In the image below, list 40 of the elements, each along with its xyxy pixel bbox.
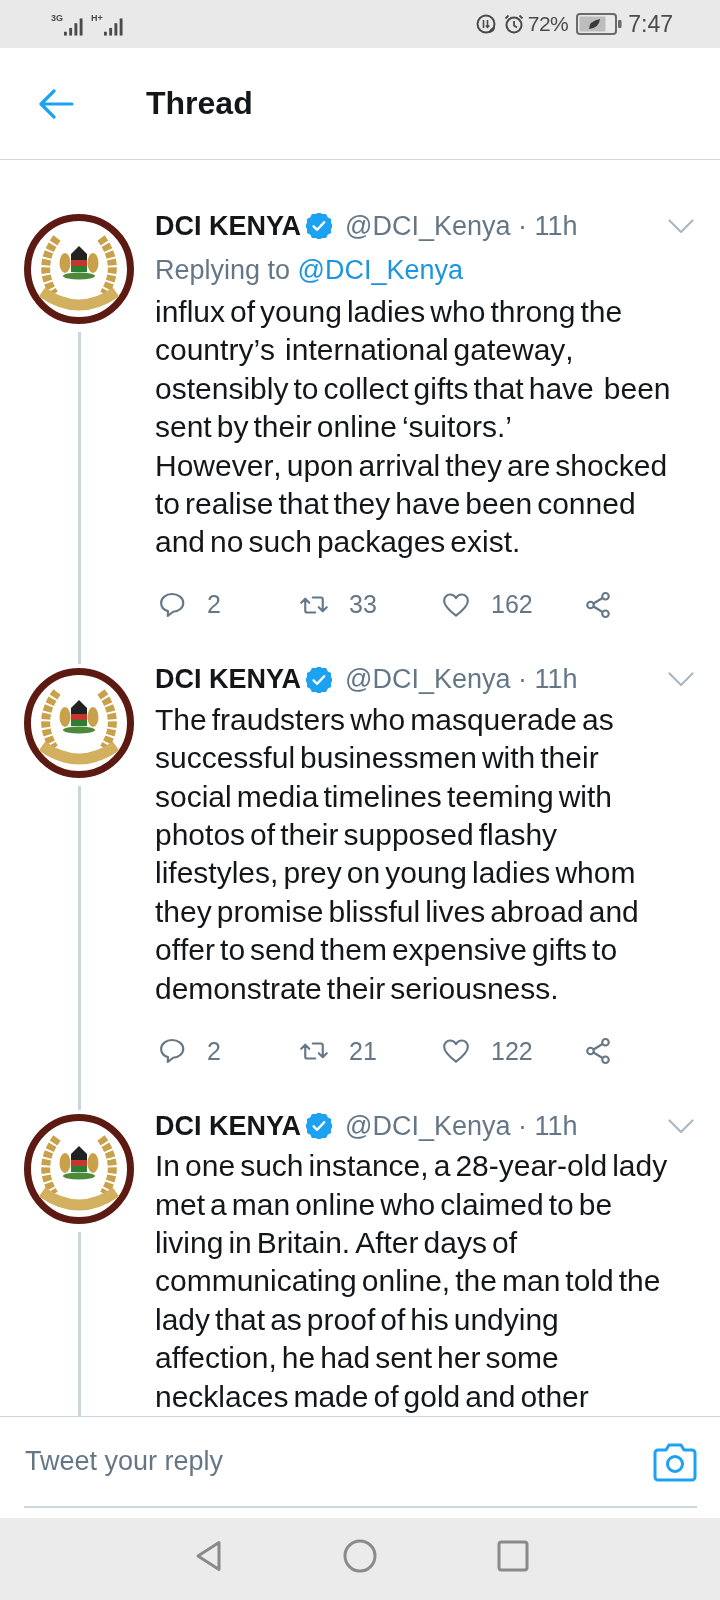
like-button[interactable]: 122 xyxy=(441,1029,533,1074)
reply-field[interactable]: Tweet your reply xyxy=(25,1441,613,1482)
like-button[interactable]: 162 xyxy=(441,582,533,627)
data-saver-icon xyxy=(475,14,496,34)
battery-percentage: 72% xyxy=(527,12,569,36)
signal-bars-icon xyxy=(64,17,83,36)
home-circle-icon[interactable] xyxy=(343,1539,377,1573)
author-name[interactable]: DCI KENYA xyxy=(155,210,302,242)
reply-button[interactable]: 2 xyxy=(157,1029,221,1074)
camera-icon[interactable] xyxy=(653,1441,697,1482)
handle-and-time: @DCI_Kenya · 11h xyxy=(345,1110,578,1142)
retweet-button[interactable]: 33 xyxy=(299,582,377,627)
author-name[interactable]: DCI KENYA xyxy=(155,1110,302,1142)
handle-and-time: @DCI_Kenya · 11h xyxy=(345,664,578,696)
chevron-down-icon[interactable] xyxy=(668,672,694,688)
author-name[interactable]: DCI KENYA xyxy=(155,664,302,696)
network-type-label: H+ xyxy=(91,12,103,23)
tweet-text: influx of young ladies who throng the country’s international gateway, ostensibly to collect gifts that have been sent by their online ‘suitors.’ However, upon arrival they are shocked to realise that they have been conned and no such packages exist. xyxy=(155,294,672,561)
share-icon xyxy=(583,1036,613,1067)
page-title: Thread xyxy=(146,85,253,122)
chevron-down-icon[interactable] xyxy=(668,1118,694,1134)
alarm-clock-icon xyxy=(503,14,524,34)
signal-bars-icon xyxy=(103,17,123,36)
tweet-text: In one such instance, a 28-year-old lady met a man online who claimed to be living in Britain. After days of communicating online, the man told the lady that as proof of his undying affection, he had sent her some necklaces made of gold and other xyxy=(155,1148,669,1415)
handle-and-time: @DCI_Kenya · 11h xyxy=(345,210,578,242)
retweet-button[interactable]: 21 xyxy=(299,1029,377,1074)
share-icon xyxy=(583,589,613,620)
avatar-emblem-drawing[interactable] xyxy=(24,667,134,778)
reply-button[interactable]: 2 xyxy=(157,582,221,627)
battery-icon xyxy=(576,13,623,35)
back-arrow-icon[interactable] xyxy=(38,88,74,119)
network-type-label: 3G xyxy=(51,12,63,23)
replying-to-text: Replying to @DCI_Kenya xyxy=(155,254,465,287)
recents-square-icon[interactable] xyxy=(496,1539,530,1573)
avatar-emblem-drawing[interactable] xyxy=(24,1114,134,1225)
mention-link[interactable]: @DCI_Kenya xyxy=(297,255,464,285)
chevron-down-icon[interactable] xyxy=(668,218,694,234)
tweet-text: The fraudsters who masquerade as successful businessmen with their social media timelines teeming with photos of their supposed flashy lifestyles, prey on young ladies whom they promise blissful lives abroad and offer to send them expensive gifts to demonstrate their seriousness. xyxy=(155,701,640,1007)
clock-time: 7:47 xyxy=(628,10,673,38)
avatar-emblem-drawing[interactable] xyxy=(24,214,134,324)
